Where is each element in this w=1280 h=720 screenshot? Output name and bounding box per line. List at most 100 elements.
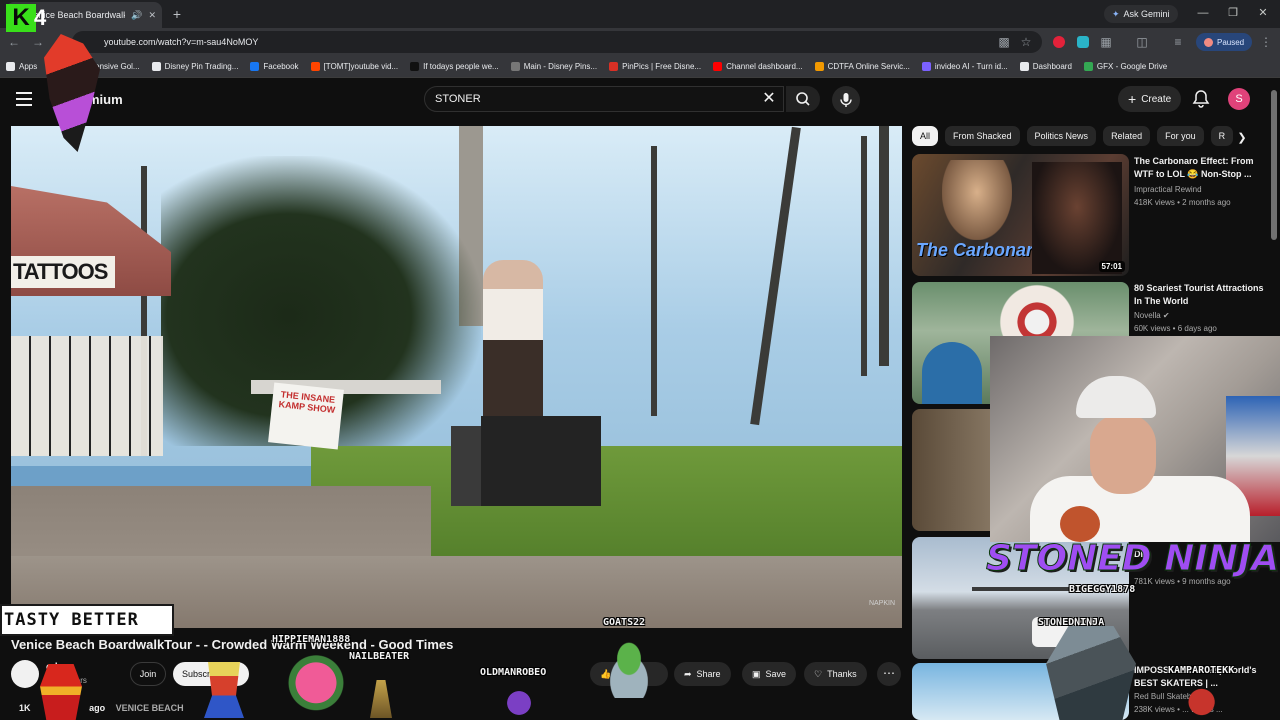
- bookmark-favicon-icon: [713, 62, 723, 71]
- page-scrollbar[interactable]: [1271, 90, 1277, 240]
- bookmark-favicon-icon: [814, 62, 824, 71]
- minimize-icon[interactable]: —: [1196, 6, 1210, 20]
- bookmark-item[interactable]: Disney Pin Trading...: [151, 62, 238, 71]
- chat-username-overlay: KAMPAROTEKK: [1168, 665, 1235, 676]
- bookmark-star-icon[interactable]: ☆: [1018, 34, 1034, 50]
- microphone-icon: [840, 93, 852, 107]
- url-bar[interactable]: youtube.com/watch?v=m-sau4NoMOY: [72, 31, 1042, 53]
- bookmark-item[interactable]: CDTFA Online Servic...: [814, 62, 910, 71]
- recommendation-title[interactable]: The Carbonaro Effect: From WTF to LOL 😂 …: [1134, 155, 1264, 181]
- bookmark-item[interactable]: If todays people we...: [410, 62, 499, 71]
- recommendation-channel[interactable]: Novella ✔: [1134, 311, 1170, 320]
- browser-tab-strip: Venice Beach BoardwalkTou 🔊 ✕ + ✦ Ask Ge…: [0, 0, 1280, 28]
- bookmark-favicon-icon: [921, 62, 931, 71]
- pixel-sprite-character: [40, 664, 82, 720]
- tab-close-icon[interactable]: ✕: [148, 10, 156, 21]
- extensions-puzzle-icon[interactable]: ▦: [1098, 34, 1114, 50]
- filter-chip[interactable]: All: [912, 126, 939, 146]
- notifications-bell-icon[interactable]: [1192, 89, 1210, 109]
- recommendation-channel[interactable]: Impractical Rewind: [1134, 185, 1202, 194]
- search-input[interactable]: STONER: [424, 86, 784, 112]
- ask-gemini-button[interactable]: ✦ Ask Gemini: [1104, 5, 1178, 23]
- performer-figure: [483, 260, 543, 420]
- more-actions-button[interactable]: ⋯: [877, 662, 901, 686]
- bookmark-item[interactable]: Main - Disney Pins...: [510, 62, 598, 71]
- clear-search-icon[interactable]: ✕: [760, 90, 778, 108]
- new-tab-button[interactable]: +: [168, 5, 186, 23]
- share-label: Share: [696, 669, 721, 679]
- filter-chip[interactable]: Related: [1103, 126, 1151, 146]
- ask-gemini-label: Ask Gemini: [1123, 9, 1170, 19]
- recommendation-thumbnail[interactable]: The Carbonaro 57:01: [912, 154, 1129, 276]
- filter-chip[interactable]: R: [1210, 126, 1234, 146]
- chevron-right-icon[interactable]: ❯: [1234, 130, 1250, 146]
- bookmark-label: If todays people we...: [423, 62, 499, 71]
- bookmark-favicon-icon: [510, 62, 520, 71]
- create-label: Create: [1141, 93, 1172, 105]
- chat-username-overlay: HIPPIEMAN1888: [272, 634, 351, 645]
- create-button[interactable]: + Create: [1118, 86, 1182, 112]
- thumbnail-logo-art: The Carbonaro: [916, 240, 1045, 260]
- bookmark-item[interactable]: invideo AI - Turn id...: [921, 62, 1008, 71]
- restore-icon[interactable]: ❐: [1226, 6, 1240, 20]
- forward-icon[interactable]: →: [30, 34, 46, 50]
- show-sign: THE INSANE KAMP SHOW: [268, 382, 344, 450]
- bookmark-item[interactable]: Facebook: [250, 62, 299, 71]
- youtube-masthead: mium STONER ✕ + Create S: [0, 79, 1280, 123]
- hashtag[interactable]: VENICE BEACH: [116, 703, 184, 713]
- bookmark-label: GFX - Google Drive: [1096, 62, 1168, 71]
- video-player[interactable]: TATTOOS THE INSANE KAMP SHOW NAPKIN: [11, 126, 902, 628]
- menu-icon[interactable]: [16, 92, 32, 106]
- bookmark-item[interactable]: PinPics | Free Disne...: [609, 62, 701, 71]
- bookmark-item[interactable]: [TOMT]youtube vid...: [310, 62, 399, 71]
- extension-icon[interactable]: [1077, 36, 1089, 48]
- profile-paused-button[interactable]: Paused: [1196, 33, 1253, 51]
- bookmark-item[interactable]: Channel dashboard...: [713, 62, 803, 71]
- filter-chip[interactable]: For you: [1157, 126, 1204, 146]
- paused-label: Paused: [1217, 37, 1245, 47]
- search-icon: [796, 92, 810, 106]
- account-avatar[interactable]: S: [1228, 88, 1250, 110]
- channel-avatar[interactable]: [11, 660, 39, 688]
- pixel-sprite-character: [370, 680, 392, 718]
- video-watermark: NAPKIN: [869, 600, 896, 607]
- bookmark-label: CDTFA Online Servic...: [827, 62, 910, 71]
- chat-username-overlay: BIGEGGY1878: [1069, 584, 1136, 595]
- browser-menu-icon[interactable]: ⋮: [1258, 34, 1274, 50]
- stoned-ninja-overlay-title: STONED NINJA: [985, 538, 1280, 580]
- bookmark-label: [TOMT]youtube vid...: [323, 62, 399, 71]
- gemini-icon: ✦: [1112, 8, 1120, 19]
- recommendation-title[interactable]: 80 Scariest Tourist Attractions In The W…: [1134, 282, 1264, 308]
- thumbnail-person: [1032, 162, 1122, 274]
- search-button[interactable]: [786, 86, 820, 112]
- tattoo-flash-board: [11, 336, 163, 456]
- plus-icon: +: [1128, 91, 1137, 107]
- bookmark-item[interactable]: GFX - Google Drive: [1083, 62, 1168, 71]
- share-button[interactable]: ➦ Share: [674, 662, 731, 686]
- install-app-icon[interactable]: ▩: [996, 34, 1012, 50]
- video-title: Venice Beach BoardwalkTour - - Crowded W…: [11, 637, 454, 652]
- filter-chip[interactable]: From Shacked: [945, 126, 1020, 146]
- bookmark-favicon-icon: [1019, 62, 1029, 71]
- bookmark-favicon-icon: [310, 62, 320, 71]
- save-button[interactable]: ▣ Save: [742, 662, 797, 686]
- voice-search-button[interactable]: [832, 86, 860, 114]
- side-panel-icon[interactable]: ◫: [1134, 34, 1150, 50]
- bookmark-item[interactable]: Apps: [6, 62, 37, 71]
- tattoos-sign: TATTOOS: [11, 256, 115, 288]
- reading-list-icon[interactable]: ≡: [1170, 34, 1186, 50]
- bookmark-label: Main - Disney Pins...: [523, 62, 598, 71]
- bookmark-favicon-icon: [1083, 62, 1093, 71]
- extension-icon[interactable]: [1053, 36, 1065, 48]
- close-window-icon[interactable]: ✕: [1256, 6, 1270, 20]
- thumbnail-slide: [922, 342, 982, 404]
- palm-trunk: [651, 146, 657, 416]
- join-button[interactable]: Join: [130, 662, 166, 686]
- bookmark-label: invideo AI - Turn id...: [934, 62, 1008, 71]
- tab-audio-icon[interactable]: 🔊: [131, 10, 142, 21]
- chat-username-overlay: OLDMANROBEO: [480, 667, 547, 678]
- bookmark-item[interactable]: Dashboard: [1019, 62, 1072, 71]
- filter-chip[interactable]: Politics News: [1026, 126, 1097, 146]
- thanks-button[interactable]: ♡ Thanks: [804, 662, 867, 686]
- back-icon[interactable]: ←: [6, 34, 22, 50]
